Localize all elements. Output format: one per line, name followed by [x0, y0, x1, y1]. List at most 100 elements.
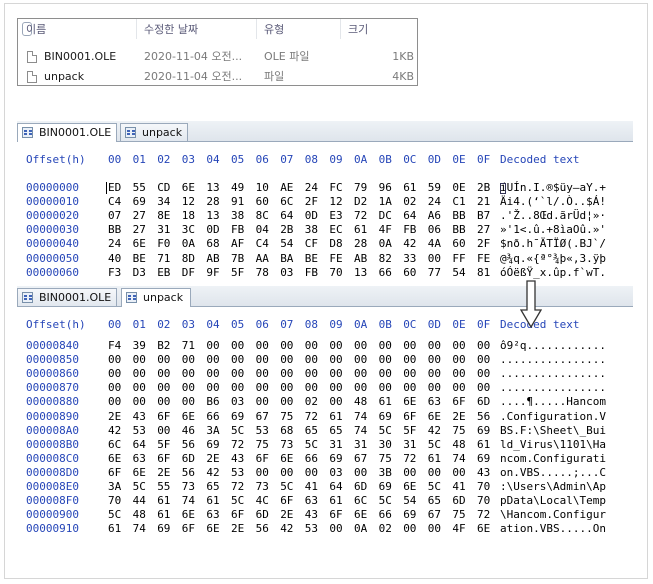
hex-byte[interactable]: 00 [379, 381, 392, 394]
hex-byte[interactable]: 65 [329, 424, 342, 437]
hex-byte[interactable]: AB [206, 252, 219, 265]
hex-byte[interactable]: 00 [231, 353, 244, 366]
hex-byte[interactable]: 6F [329, 508, 342, 521]
hex-byte[interactable]: 31 [157, 223, 170, 236]
hex-byte[interactable]: 00 [329, 367, 342, 380]
hex-byte[interactable]: FE [477, 252, 490, 265]
hex-byte[interactable]: 71 [157, 252, 170, 265]
hex-byte[interactable]: 42 [108, 424, 121, 437]
hex-byte[interactable]: 66 [379, 266, 392, 279]
hex-byte[interactable]: 72 [231, 480, 244, 493]
hex-byte[interactable]: DF [182, 266, 195, 279]
hex-byte[interactable]: 6C [108, 438, 121, 451]
hex-byte[interactable]: FB [231, 223, 244, 236]
hex-byte[interactable]: FE [329, 252, 342, 265]
hex-byte[interactable]: 53 [305, 522, 318, 535]
hex-byte[interactable]: 03 [280, 266, 293, 279]
hex-byte[interactable]: 00 [329, 381, 342, 394]
hex-byte[interactable]: 00 [477, 353, 490, 366]
hex-byte[interactable]: 00 [256, 353, 269, 366]
hex-byte[interactable]: 75 [452, 424, 465, 437]
hex-byte[interactable]: 33 [403, 252, 416, 265]
hex-byte[interactable]: 43 [231, 452, 244, 465]
hex-byte[interactable]: 00 [305, 381, 318, 394]
hex-byte[interactable]: 6E [182, 181, 195, 194]
hex-byte[interactable]: 69 [329, 452, 342, 465]
hex-byte[interactable]: 00 [108, 395, 121, 408]
hex-byte[interactable]: 61 [108, 522, 121, 535]
hex-byte[interactable]: 00 [305, 353, 318, 366]
hex-byte[interactable]: 55 [133, 181, 146, 194]
hex-byte[interactable]: 46 [182, 424, 195, 437]
hex-byte[interactable]: 2E [280, 508, 293, 521]
hex-byte[interactable]: 69 [157, 522, 170, 535]
hex-byte[interactable]: BB [452, 223, 465, 236]
hex-byte[interactable]: 00 [329, 353, 342, 366]
hex-byte[interactable]: 00 [354, 466, 367, 479]
hex-byte[interactable]: 61 [329, 410, 342, 423]
hex-byte[interactable]: 38 [231, 209, 244, 222]
hex-byte[interactable]: CD [157, 181, 170, 194]
hex-byte[interactable]: 00 [157, 353, 170, 366]
hex-byte[interactable]: 12 [329, 195, 342, 208]
hex-byte[interactable]: 02 [379, 522, 392, 535]
hex-byte[interactable]: 00 [428, 339, 441, 352]
hex-byte[interactable]: 6F [157, 410, 170, 423]
hex-byte[interactable]: 74 [182, 494, 195, 507]
hex-byte[interactable]: 00 [428, 252, 441, 265]
hex-byte[interactable]: 00 [256, 367, 269, 380]
hex-byte[interactable]: 9F [206, 266, 219, 279]
hex-byte[interactable]: 43 [477, 466, 490, 479]
decoded-text[interactable]: .Configuration.V [500, 410, 606, 423]
hex-byte[interactable]: 56 [256, 522, 269, 535]
hex-byte[interactable]: 00 [206, 367, 219, 380]
hex-byte[interactable]: 00 [206, 381, 219, 394]
hex-byte[interactable]: 00 [157, 424, 170, 437]
hex-byte[interactable]: 00 [379, 353, 392, 366]
hex-byte[interactable]: 0D [305, 209, 318, 222]
hex-byte[interactable]: 2E [157, 466, 170, 479]
hex-row[interactable]: 00000860 00 00 00 00 00 00 00 00 00 00 00 00 00 00 00 00… [17, 367, 633, 381]
hex-byte[interactable]: B7 [477, 209, 490, 222]
hex-byte[interactable]: 00 [379, 367, 392, 380]
hex-byte[interactable]: 2F [477, 237, 490, 250]
hex-byte[interactable]: 67 [428, 508, 441, 521]
decoded-text[interactable]: ................ [500, 367, 606, 380]
hex-byte[interactable]: 10 [256, 181, 269, 194]
hex-row[interactable]: 00000910 61 74 69 6F 6E 2E 56 42 53 00 0A 02 00 00 4F 6E… [17, 522, 633, 536]
hex-byte[interactable]: 66 [206, 410, 219, 423]
hex-byte[interactable]: 78 [256, 266, 269, 279]
decoded-text[interactable]: $nð.h¯ÄTÏØ(.BJ`/ [500, 237, 606, 250]
hex-byte[interactable]: 61 [157, 494, 170, 507]
hex-byte[interactable]: 6E [182, 508, 195, 521]
hex-byte[interactable]: 00 [403, 339, 416, 352]
hex-byte[interactable]: 04 [256, 223, 269, 236]
hex-byte[interactable]: 40 [108, 252, 121, 265]
hex-byte[interactable]: 54 [280, 237, 293, 250]
decoded-text[interactable]: óÓëßŸ_x.ûp.f`wT. [500, 266, 606, 279]
hex-byte[interactable]: 0A [182, 237, 195, 250]
hex-byte[interactable]: BE [133, 252, 146, 265]
hex-byte[interactable]: 6E [133, 237, 146, 250]
hex-byte[interactable]: 72 [305, 410, 318, 423]
hex-byte[interactable]: 8C [256, 209, 269, 222]
hex-byte[interactable]: 8E [157, 209, 170, 222]
hex-byte[interactable]: 27 [133, 223, 146, 236]
hex-byte[interactable]: 34 [157, 195, 170, 208]
hex-row[interactable]: 000008C0 6E 63 6F 6D 2E 43 6F 6E 66 69 67 75 72 61 74 69… [17, 452, 633, 466]
hex-byte[interactable]: 72 [403, 452, 416, 465]
hex-byte[interactable]: 06 [428, 223, 441, 236]
hex-byte[interactable]: 28 [206, 195, 219, 208]
decoded-text[interactable]: @¾q.«{ª°¾þ«‚3.ÿþ [500, 252, 606, 265]
hex-byte[interactable]: 2E [452, 410, 465, 423]
hex-byte[interactable]: 56 [477, 410, 490, 423]
hex-byte[interactable]: 6D [477, 395, 490, 408]
file-row-unpack[interactable]: unpack 2020-11-04 오전... 파일 4KB [18, 67, 417, 87]
hex-byte[interactable]: 00 [379, 339, 392, 352]
hex-byte[interactable]: 00 [403, 367, 416, 380]
hex-row[interactable]: 00000030 BB 27 31 3C 0D FB 04 2B 38 EC 61 4F FB 06 BB 27… [17, 223, 633, 237]
hex-byte[interactable]: 5F [403, 424, 416, 437]
hex-byte[interactable]: 75 [280, 410, 293, 423]
hex-byte[interactable]: 48 [354, 395, 367, 408]
hex-byte[interactable]: AE [280, 181, 293, 194]
